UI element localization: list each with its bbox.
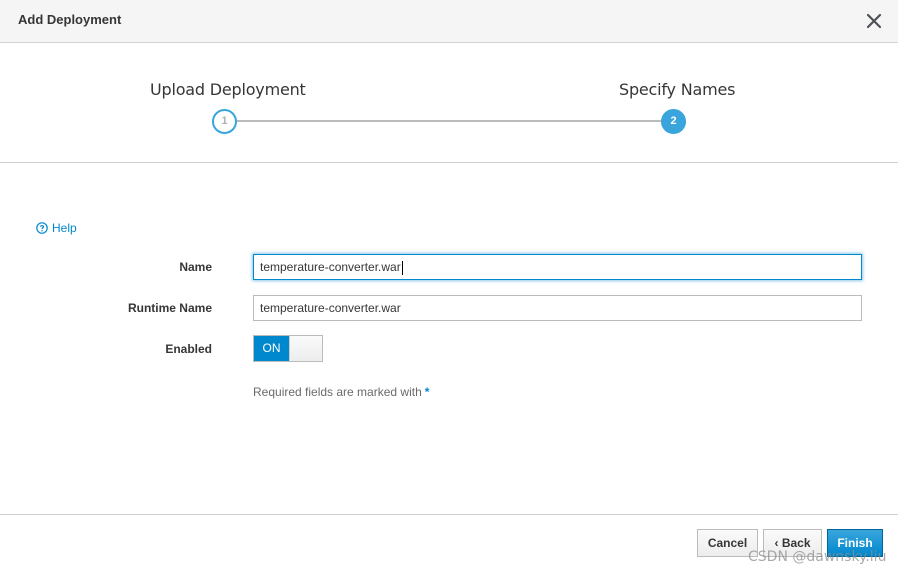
runtime-name-input[interactable]: temperature-converter.war [253,295,862,321]
step-2-label: Specify Names [619,80,736,99]
add-deployment-dialog: Add Deployment Upload Deployment Specify… [0,0,898,572]
runtime-name-label: Runtime Name [127,301,212,315]
name-input-value: temperature-converter.war [260,260,401,274]
enabled-label: Enabled [165,342,212,356]
step-progress-line [224,120,674,122]
name-label: Name [179,260,212,274]
required-marker: * [424,385,430,399]
help-link[interactable]: Help [36,221,77,235]
close-button[interactable] [862,9,886,33]
close-icon [866,13,882,29]
name-input[interactable]: temperature-converter.war [253,254,862,280]
dialog-title: Add Deployment [18,12,122,27]
enabled-toggle-handle[interactable] [289,336,322,361]
wizard-steps: Upload Deployment Specify Names 1 2 [0,43,898,163]
enabled-toggle-on-label: ON [254,336,289,361]
text-caret [401,260,403,275]
step-1-indicator[interactable]: 1 [212,109,237,134]
required-note-text: Required fields are marked with [253,385,422,399]
step-1-label: Upload Deployment [150,80,306,99]
required-fields-note: Required fields are marked with * [253,385,429,399]
watermark: CSDN @dawnsky.liu [748,549,887,565]
dialog-header: Add Deployment [0,0,898,43]
step-2-indicator[interactable]: 2 [661,109,686,134]
runtime-name-input-value: temperature-converter.war [260,301,401,315]
help-label: Help [52,221,77,235]
help-icon [36,222,48,234]
enabled-toggle[interactable]: ON [253,335,323,362]
